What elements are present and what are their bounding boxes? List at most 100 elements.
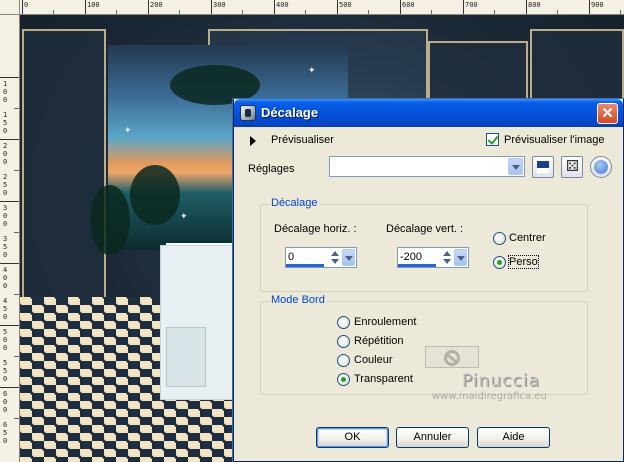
ruler-label: 900 [591, 1, 604, 9]
vertical-offset-slider[interactable] [398, 264, 436, 267]
horizontal-offset-value: 0 [288, 251, 295, 263]
custom-radio-label[interactable]: Perso [508, 255, 539, 269]
center-radio[interactable] [493, 232, 506, 245]
spin-arrows-icon[interactable] [441, 249, 453, 266]
preview-image-checkbox[interactable] [486, 133, 499, 146]
ruler-label: 5 [3, 181, 8, 189]
color-radio-label[interactable]: Couleur [354, 354, 393, 366]
preview-image-label[interactable]: Prévisualiser l'image [504, 134, 605, 146]
ruler-label: 0 [3, 398, 8, 406]
chevron-down-icon[interactable] [508, 158, 523, 175]
ruler-label: 800 [528, 1, 541, 9]
ruler-label: 5 [3, 119, 8, 127]
transparent-radio[interactable] [337, 373, 350, 386]
offset-group: Décalage Décalage horiz. : Décalage vert… [260, 197, 588, 292]
cancel-button[interactable]: Annuler [396, 427, 469, 448]
ruler-label: 3 [3, 204, 8, 212]
repeat-radio[interactable] [337, 335, 350, 348]
ruler-label: 5 [3, 429, 8, 437]
settings-dropdown[interactable] [329, 156, 525, 177]
repeat-radio-label[interactable]: Répétition [354, 335, 404, 347]
ruler-label: 0 [3, 127, 8, 135]
chevron-down-icon[interactable] [454, 249, 467, 266]
custom-radio[interactable] [493, 256, 506, 269]
ruler-label: 5 [3, 367, 8, 375]
palm-tree [130, 165, 180, 225]
ruler-label: 6 [3, 390, 8, 398]
horizontal-offset-slider[interactable] [286, 264, 324, 267]
ruler-label: 600 [402, 1, 415, 9]
watermark-name: Pinuccia [462, 371, 540, 391]
transparent-radio-label[interactable]: Transparent [354, 373, 413, 385]
sparkle-icon: ✦ [124, 125, 132, 135]
horizontal-offset-label: Décalage horiz. : [274, 223, 357, 235]
border-mode-group-title: Mode Bord [269, 294, 327, 306]
ruler-label: 0 [3, 375, 8, 383]
ruler-label: 0 [3, 282, 8, 290]
save-preset-button[interactable] [532, 156, 554, 178]
vertical-offset-value: -200 [400, 251, 423, 263]
palm-tree [90, 185, 130, 255]
preview-row: Prévisualiser Prévisualiser l'image [248, 133, 613, 149]
dialog-title: Décalage [261, 105, 319, 120]
vertical-offset-input[interactable]: -200 [397, 247, 469, 268]
ruler-label: 0 [3, 251, 8, 259]
ruler-label: 0 [3, 150, 8, 158]
horizontal-ruler: 0 100 200 300 400 500 600 700 800 900 [0, 0, 624, 15]
ruler-label: 4 [3, 266, 8, 274]
help-button[interactable]: Aide [477, 427, 550, 448]
border-color-swatch[interactable] [425, 346, 479, 368]
ruler-label: 0 [3, 212, 8, 220]
sparkle-icon: ✦ [180, 211, 188, 221]
app-icon [240, 105, 256, 121]
chevron-down-icon[interactable] [342, 249, 355, 266]
sparkle-icon: ✦ [308, 65, 316, 75]
ruler-label: 0 [3, 336, 8, 344]
close-button[interactable]: ✕ [597, 103, 618, 124]
ruler-label: 2 [3, 173, 8, 181]
ruler-label: 700 [465, 1, 478, 9]
ok-button[interactable]: OK [316, 427, 389, 448]
ruler-corner [0, 0, 20, 15]
settings-label: Réglages [248, 163, 295, 175]
offset-group-title: Décalage [269, 197, 320, 209]
ruler-label: 5 [3, 305, 8, 313]
ruler-label: 0 [3, 437, 8, 445]
ruler-label: 0 [3, 274, 8, 282]
ruler-label: 0 [24, 1, 29, 9]
ruler-label: 5 [3, 328, 8, 336]
ruler-label: 1 [3, 111, 8, 119]
horizontal-offset-input[interactable]: 0 [285, 247, 357, 268]
ruler-label: 3 [3, 235, 8, 243]
ruler-label: 0 [3, 88, 8, 96]
ruler-label: 0 [3, 158, 8, 166]
center-radio-label[interactable]: Centrer [509, 232, 546, 244]
close-icon: ✕ [601, 105, 614, 122]
ruler-label: 0 [3, 313, 8, 321]
offset-dialog: Décalage ✕ Prévisualiser Prévisualiser l… [233, 99, 624, 462]
ruler-label: 4 [3, 297, 8, 305]
watermark-url: www.maidiregrafica.eu [432, 391, 547, 402]
preview-toggle-label[interactable]: Prévisualiser [271, 134, 334, 146]
ruler-label: 400 [276, 1, 289, 9]
color-radio[interactable] [337, 354, 350, 367]
wrap-radio-label[interactable]: Enroulement [354, 316, 416, 328]
expand-triangle-icon[interactable] [250, 136, 256, 146]
ruler-label: 100 [87, 1, 100, 9]
spin-arrows-icon[interactable] [329, 249, 341, 266]
ruler-label: 5 [3, 243, 8, 251]
randomize-button[interactable] [561, 156, 583, 178]
ruler-label: 300 [213, 1, 226, 9]
ruler-label: 2 [3, 142, 8, 150]
ruler-label: 6 [3, 421, 8, 429]
ruler-label: 0 [3, 189, 8, 197]
left-panel-frame [22, 29, 106, 309]
ruler-label: 0 [3, 96, 8, 104]
wrap-radio[interactable] [337, 316, 350, 329]
disabled-icon [444, 350, 460, 366]
vertical-ruler: 1 0 0 1 5 0 2 0 0 2 5 0 3 0 0 3 5 0 4 0 … [0, 15, 20, 462]
vertical-offset-label: Décalage vert. : [386, 223, 464, 235]
reset-button[interactable] [590, 156, 612, 178]
ruler-label: 5 [3, 359, 8, 367]
dialog-titlebar[interactable]: Décalage ✕ [234, 99, 623, 127]
